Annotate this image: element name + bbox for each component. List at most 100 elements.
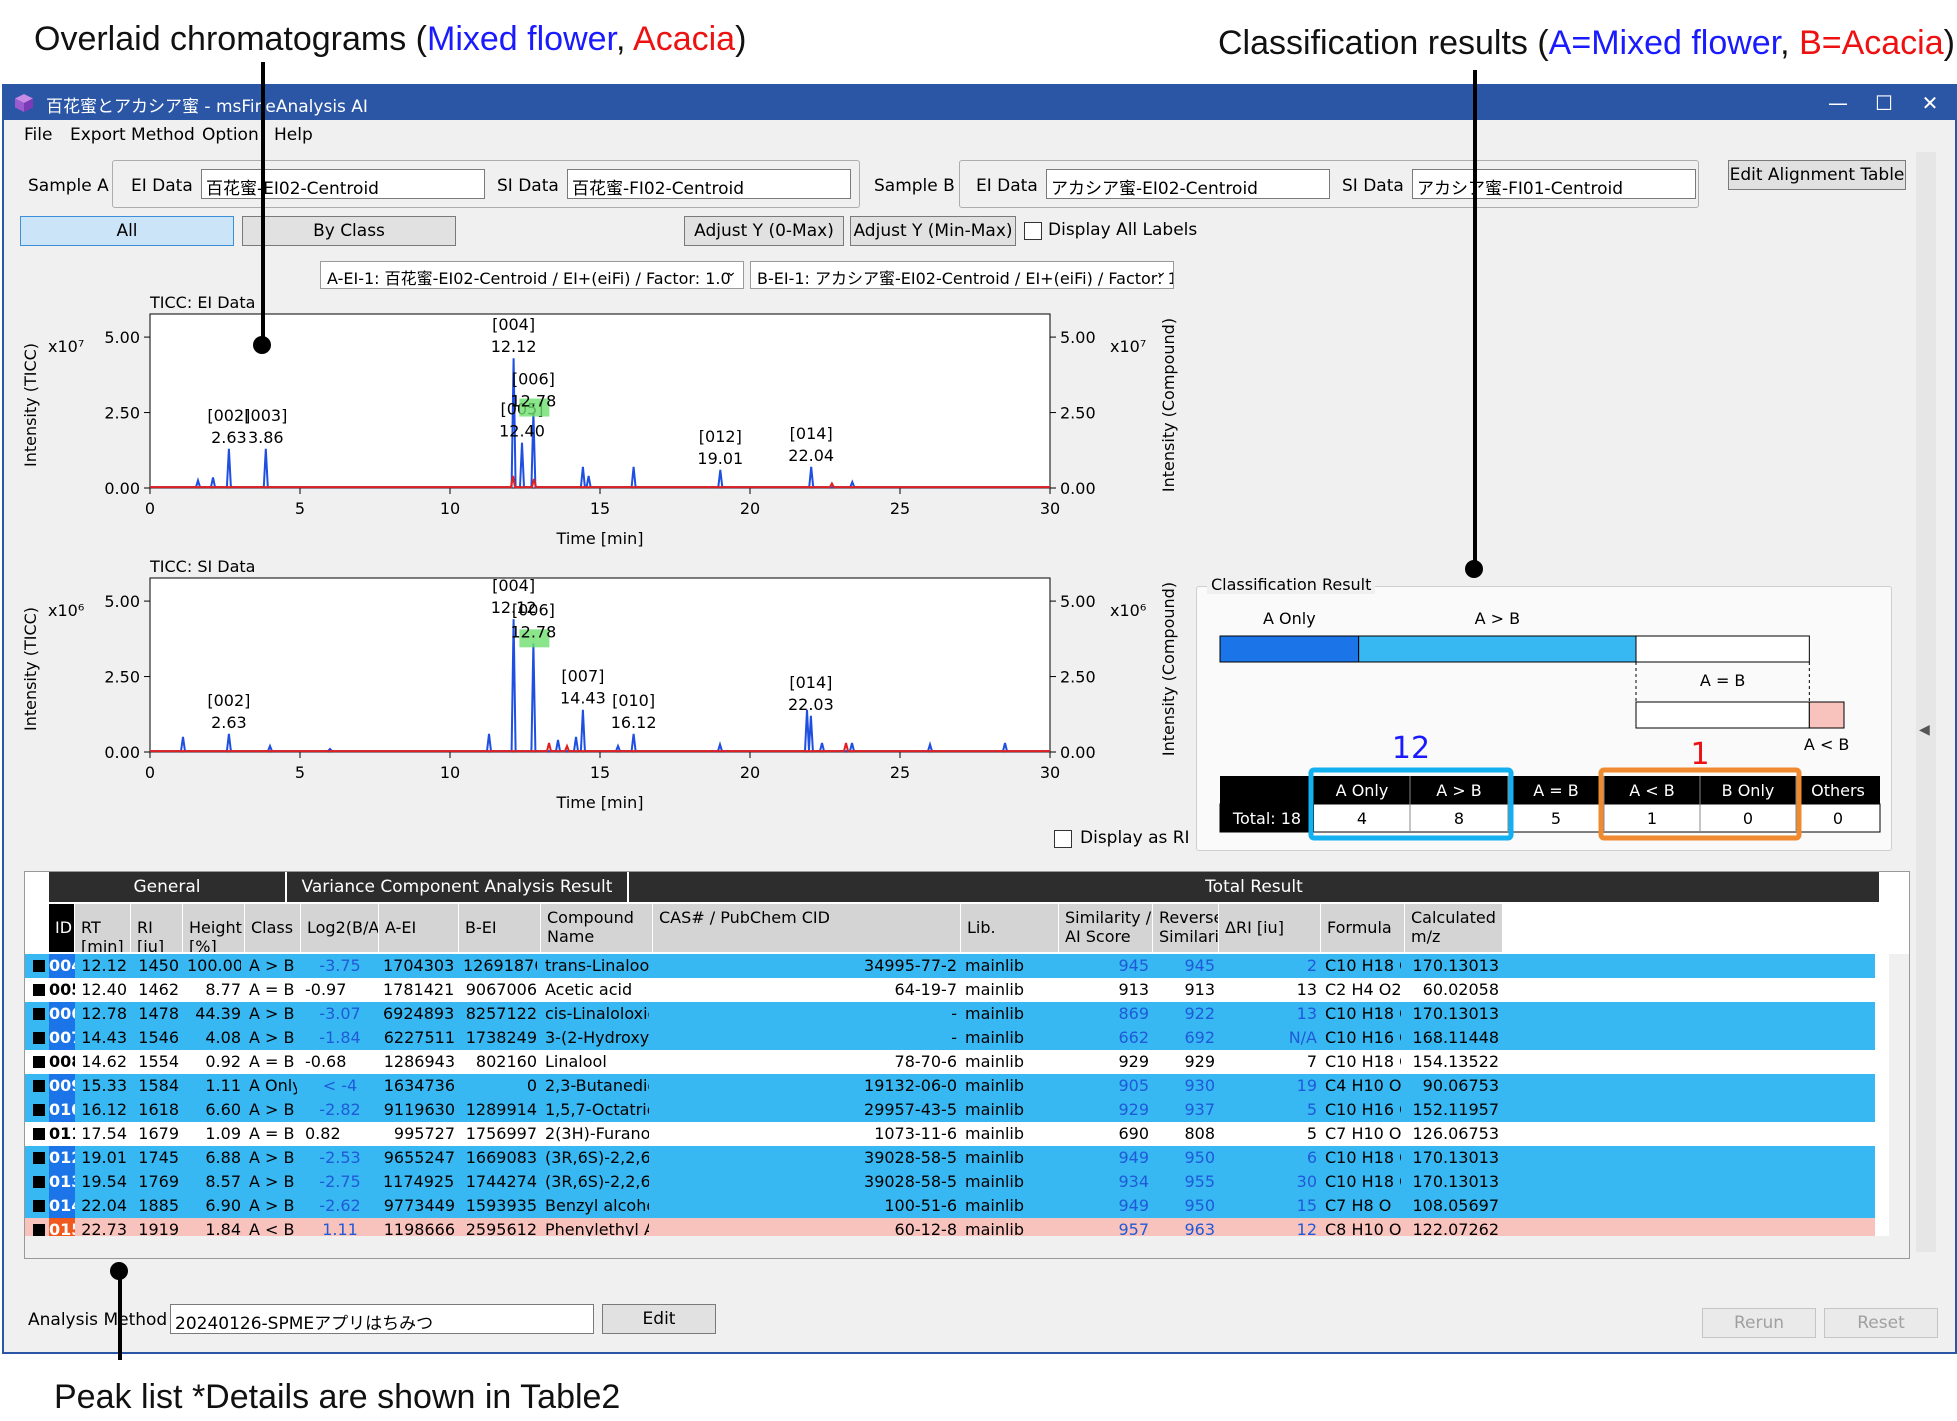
cell-cas-pubchem-cid: 1073-11-6	[874, 1124, 957, 1143]
cell-calculated-m-z: 170.13013	[1412, 1148, 1499, 1167]
cell-height-: 6.88	[205, 1148, 241, 1167]
cell-compound-name: Linalool	[545, 1052, 607, 1071]
summary-total: Total: 18	[1232, 809, 1301, 828]
summary-value: 4	[1357, 809, 1367, 828]
row-color-swatch	[33, 1128, 45, 1140]
row-color-swatch	[33, 1176, 45, 1188]
table-row[interactable]: 011 17.54 1679 1.09 A = B 0.82 995727 1756997 2(…	[25, 1122, 1875, 1146]
cell-log2-b-a-: -3.07	[319, 1004, 361, 1023]
column-header[interactable]: Calculated m/z	[1405, 904, 1503, 952]
cell-log2-b-a-: < -4	[322, 1076, 358, 1095]
cell-class: A > B	[249, 1148, 295, 1167]
column-header[interactable]: Formula	[1321, 904, 1405, 952]
column-header[interactable]: RI [iu]	[131, 904, 183, 952]
cell-height-: 6.90	[205, 1196, 241, 1215]
column-header[interactable]: ΔRI [iu]	[1219, 904, 1321, 952]
rerun-button[interactable]: Rerun	[1702, 1308, 1816, 1338]
cell-formula: C7 H10 O2	[1325, 1124, 1401, 1143]
column-header[interactable]: A-EI	[379, 904, 459, 952]
panel-collapse-strip[interactable]: ◀	[1916, 152, 1936, 1252]
table-row[interactable]: 012 19.01 1745 6.88 A > B -2.53 9655247 1669083…	[25, 1146, 1875, 1170]
table-row[interactable]: 007 14.43 1546 4.08 A > B -1.84 6227511 1738249…	[25, 1026, 1875, 1050]
cell-similarity-ai-score: 690	[1118, 1124, 1149, 1143]
cell-formula: C7 H8 O	[1325, 1196, 1392, 1215]
cell-a-ei: 1634736	[383, 1076, 455, 1095]
cell--ri-iu-: 2	[1306, 956, 1317, 975]
cell-compound-name: cis-Linaloloxide	[545, 1004, 649, 1023]
bar-rest	[1635, 635, 1810, 663]
group-header-total: Total Result	[629, 872, 1879, 902]
cell-calculated-m-z: 90.06753	[1422, 1076, 1499, 1095]
collapse-left-icon[interactable]: ◀	[1919, 722, 1930, 738]
column-header[interactable]: Similarity / AI Score	[1059, 904, 1153, 952]
cell-b-ei: 1738249	[465, 1028, 537, 1047]
column-header[interactable]: Log2(B/A)	[301, 904, 379, 952]
row-color-swatch	[33, 1152, 45, 1164]
cell-rt-min-: 14.62	[81, 1052, 127, 1071]
table-row[interactable]: 013 19.54 1769 8.57 A > B -2.75 11749250 174427…	[25, 1170, 1875, 1194]
group-header-variance: Variance Component Analysis Result	[287, 872, 627, 902]
column-header[interactable]: CAS# / PubChem CID	[653, 904, 961, 952]
column-header[interactable]: RT [min]	[75, 904, 131, 952]
cell--ri-iu-: N/A	[1288, 1028, 1317, 1047]
cell-class: A Only	[249, 1076, 297, 1095]
cell--ri-iu-: 5	[1306, 1124, 1317, 1143]
cell-height-: 100.00	[187, 956, 241, 975]
table-row[interactable]: 006 12.78 1478 44.39 A > B -3.07 69248939 82571…	[25, 1002, 1875, 1026]
table-horizontal-scrollbar[interactable]	[25, 1236, 1909, 1258]
chromatogram-pointer-line	[261, 62, 265, 342]
cell-ri-iu-: 1745	[138, 1148, 179, 1167]
column-header[interactable]: ID	[49, 904, 75, 952]
analysis-method-label: Analysis Method	[28, 1310, 168, 1330]
cell-a-ei: 1286943	[383, 1052, 455, 1071]
column-header[interactable]: Compound Name	[541, 904, 653, 952]
analysis-method-field[interactable]: 20240126-SPMEアプリはちみつ	[170, 1304, 594, 1334]
table-vertical-scrollbar[interactable]	[1889, 954, 1909, 1238]
table-row[interactable]: 008 14.62 1554 0.92 A = B -0.68 1286943 802160 L…	[25, 1050, 1875, 1074]
cell-id: 011	[49, 1124, 75, 1143]
cell-rt-min-: 12.12	[81, 956, 127, 975]
cell-rt-min-: 15.33	[81, 1076, 127, 1095]
cell-formula: C10 H18 O	[1325, 1052, 1401, 1071]
peak-table[interactable]: General Variance Component Analysis Resul…	[24, 871, 1910, 1259]
classification-bars: A Only A > B A = B A < B	[1219, 609, 1849, 754]
cell-compound-name: Acetic acid	[545, 980, 633, 999]
summary-header: Others	[1811, 781, 1865, 800]
column-header[interactable]: Height [%]	[183, 904, 245, 952]
cell-height-: 4.08	[205, 1028, 241, 1047]
reset-button[interactable]: Reset	[1824, 1308, 1938, 1338]
cell-reverse-similarity: 955	[1184, 1172, 1215, 1191]
cell-id: 007	[49, 1026, 75, 1050]
column-header[interactable]: Lib.	[961, 904, 1059, 952]
row-color-swatch	[33, 984, 45, 996]
cell--ri-iu-: 19	[1296, 1076, 1317, 1095]
cell-cas-pubchem-cid: 19132-06-0	[864, 1076, 957, 1095]
table-row[interactable]: 010 16.12 1618 6.60 A > B -2.82 9119630 1289914…	[25, 1098, 1875, 1122]
edit-method-button[interactable]: Edit	[602, 1304, 716, 1334]
column-header[interactable]: Class	[245, 904, 301, 952]
cell-reverse-similarity: 808	[1184, 1124, 1215, 1143]
cell-height-: 6.60	[205, 1100, 241, 1119]
cell-a-ei: 9655247	[383, 1148, 455, 1167]
table-row[interactable]: 014 22.04 1885 6.90 A > B -2.62 9773449 1593935…	[25, 1194, 1875, 1218]
cell-id: 008	[49, 1052, 75, 1071]
cell-log2-b-a-: -0.97	[305, 980, 347, 999]
cell-b-ei: 1669083	[465, 1148, 537, 1167]
summary-header: A = B	[1533, 781, 1579, 800]
table-row[interactable]: 004 12.12 1450 100.00 A > B -3.75 170430366 126…	[25, 954, 1875, 978]
table-row[interactable]: 005 12.40 1462 8.77 A = B -0.97 17814212 906700…	[25, 978, 1875, 1002]
cell-similarity-ai-score: 949	[1118, 1148, 1149, 1167]
table-row[interactable]: 009 15.33 1584 1.11 A Only < -4 1634736 0 2,3-Bu…	[25, 1074, 1875, 1098]
row-color-swatch	[33, 1080, 45, 1092]
cell-a-ei: 11749250	[383, 1172, 455, 1191]
cell-lib-: mainlib	[965, 1052, 1025, 1071]
cell-height-: 1.11	[205, 1076, 241, 1095]
cell-compound-name: 2(3H)-Furanone, 5-ethenyldihydro-5-methy…	[545, 1124, 649, 1143]
bar-a-gt-b	[1358, 635, 1637, 663]
cell-log2-b-a-: -2.82	[319, 1100, 361, 1119]
cell-compound-name: 2,3-Butanediol, [S-(R*,R*)]-	[545, 1076, 649, 1095]
bar-label-a-only: A Only	[1263, 609, 1316, 628]
column-header[interactable]: Reverse Similarity	[1153, 904, 1219, 952]
column-header[interactable]: B-EI	[459, 904, 541, 952]
cell-id: 009	[49, 1074, 75, 1098]
